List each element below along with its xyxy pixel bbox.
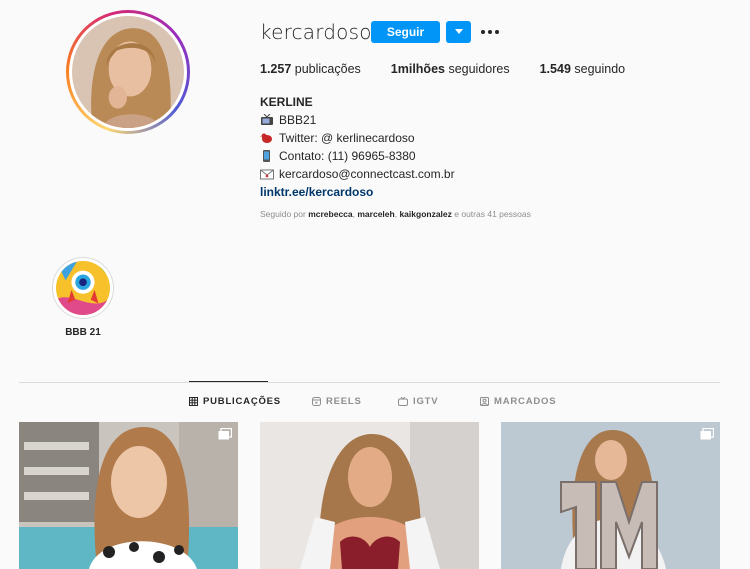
following-label: seguindo xyxy=(574,62,626,76)
following-stat[interactable]: 1.549 seguindo xyxy=(540,62,626,76)
bio-line-3: Contato: (11) 96965-8380 xyxy=(279,149,416,163)
carousel-icon xyxy=(218,428,232,440)
caret-down-icon xyxy=(454,29,463,34)
tabs-divider xyxy=(19,382,720,383)
posts-label: publicações xyxy=(294,62,361,76)
followed-by-suffix: e outras 41 pessoas xyxy=(454,209,531,219)
bio-line-bbb: BBB21 xyxy=(260,111,455,129)
profile-bio: KERLINE BBB21 Twitter: @ kerlinecardoso … xyxy=(260,93,455,201)
grid-icon xyxy=(189,397,198,406)
tab-posts[interactable]: PUBLICAÇÕES xyxy=(189,396,281,407)
avatar-image xyxy=(72,16,184,128)
tab-posts-label: PUBLICAÇÕES xyxy=(203,396,281,407)
highlight-label: BBB 21 xyxy=(65,327,101,338)
post-thumbnail[interactable] xyxy=(260,422,479,569)
story-highlight-bbb21[interactable]: BBB 21 xyxy=(52,257,114,338)
carousel-icon xyxy=(700,428,714,440)
tab-tagged[interactable]: MARCADOS xyxy=(480,396,556,407)
more-options-icon[interactable] xyxy=(480,24,500,40)
bio-line-1: BBB21 xyxy=(279,113,317,127)
follower-kaikgonzalez: kaikgonzalez xyxy=(399,209,452,219)
highlight-circle xyxy=(52,257,114,319)
mobile-phone-icon xyxy=(263,150,270,162)
profile-avatar[interactable] xyxy=(66,10,190,134)
tab-igtv[interactable]: IGTV xyxy=(398,396,438,407)
profile-username: kercardoso xyxy=(260,20,372,44)
profile-stats: 1.257 publicações 1milhões seguidores 1.… xyxy=(260,62,655,76)
bio-line-contact: Contato: (11) 96965-8380 xyxy=(260,147,455,165)
post-thumbnail[interactable] xyxy=(501,422,720,569)
bird-icon xyxy=(260,133,272,143)
post-thumbnail[interactable] xyxy=(19,422,238,569)
reels-icon xyxy=(312,397,321,406)
followers-label: seguidores xyxy=(448,62,510,76)
igtv-icon xyxy=(398,397,408,406)
follower-marceleh: marceleh xyxy=(357,209,395,219)
tv-icon xyxy=(261,114,273,125)
followed-by-text[interactable]: Seguido por mcrebecca, marceleh, kaikgon… xyxy=(260,209,531,219)
tab-reels-label: REELS xyxy=(326,396,362,407)
active-tab-indicator xyxy=(189,381,268,382)
envelope-icon xyxy=(260,169,274,180)
follow-button[interactable]: Seguir xyxy=(371,21,440,43)
followers-stat[interactable]: 1milhões seguidores xyxy=(391,62,510,76)
followers-count: 1milhões xyxy=(390,62,445,76)
bio-line-email: kercardoso@connectcast.com.br xyxy=(260,165,455,183)
tab-igtv-label: IGTV xyxy=(413,396,439,407)
suggestions-dropdown-button[interactable] xyxy=(446,21,471,43)
followed-by-prefix: Seguido por xyxy=(260,209,306,219)
follower-mcrebecca: mcrebecca xyxy=(308,209,353,219)
bio-link[interactable]: linktr.ee/kercardoso xyxy=(260,183,455,201)
post-image xyxy=(19,422,238,569)
following-count: 1.549 xyxy=(539,62,571,76)
tagged-icon xyxy=(480,397,489,406)
avatar-border xyxy=(69,13,187,131)
tab-reels[interactable]: REELS xyxy=(312,396,362,407)
bio-line-4: kercardoso@connectcast.com.br xyxy=(279,167,455,181)
highlight-cover-image xyxy=(56,261,110,315)
bio-line-twitter: Twitter: @ kerlinecardoso xyxy=(260,129,455,147)
post-image xyxy=(260,422,479,569)
posts-count: 1.257 xyxy=(260,62,292,76)
posts-stat: 1.257 publicações xyxy=(260,62,361,76)
profile-full-name: KERLINE xyxy=(260,95,313,109)
tab-tagged-label: MARCADOS xyxy=(494,396,557,407)
bio-line-2: Twitter: @ kerlinecardoso xyxy=(279,131,415,145)
post-image xyxy=(501,422,720,569)
